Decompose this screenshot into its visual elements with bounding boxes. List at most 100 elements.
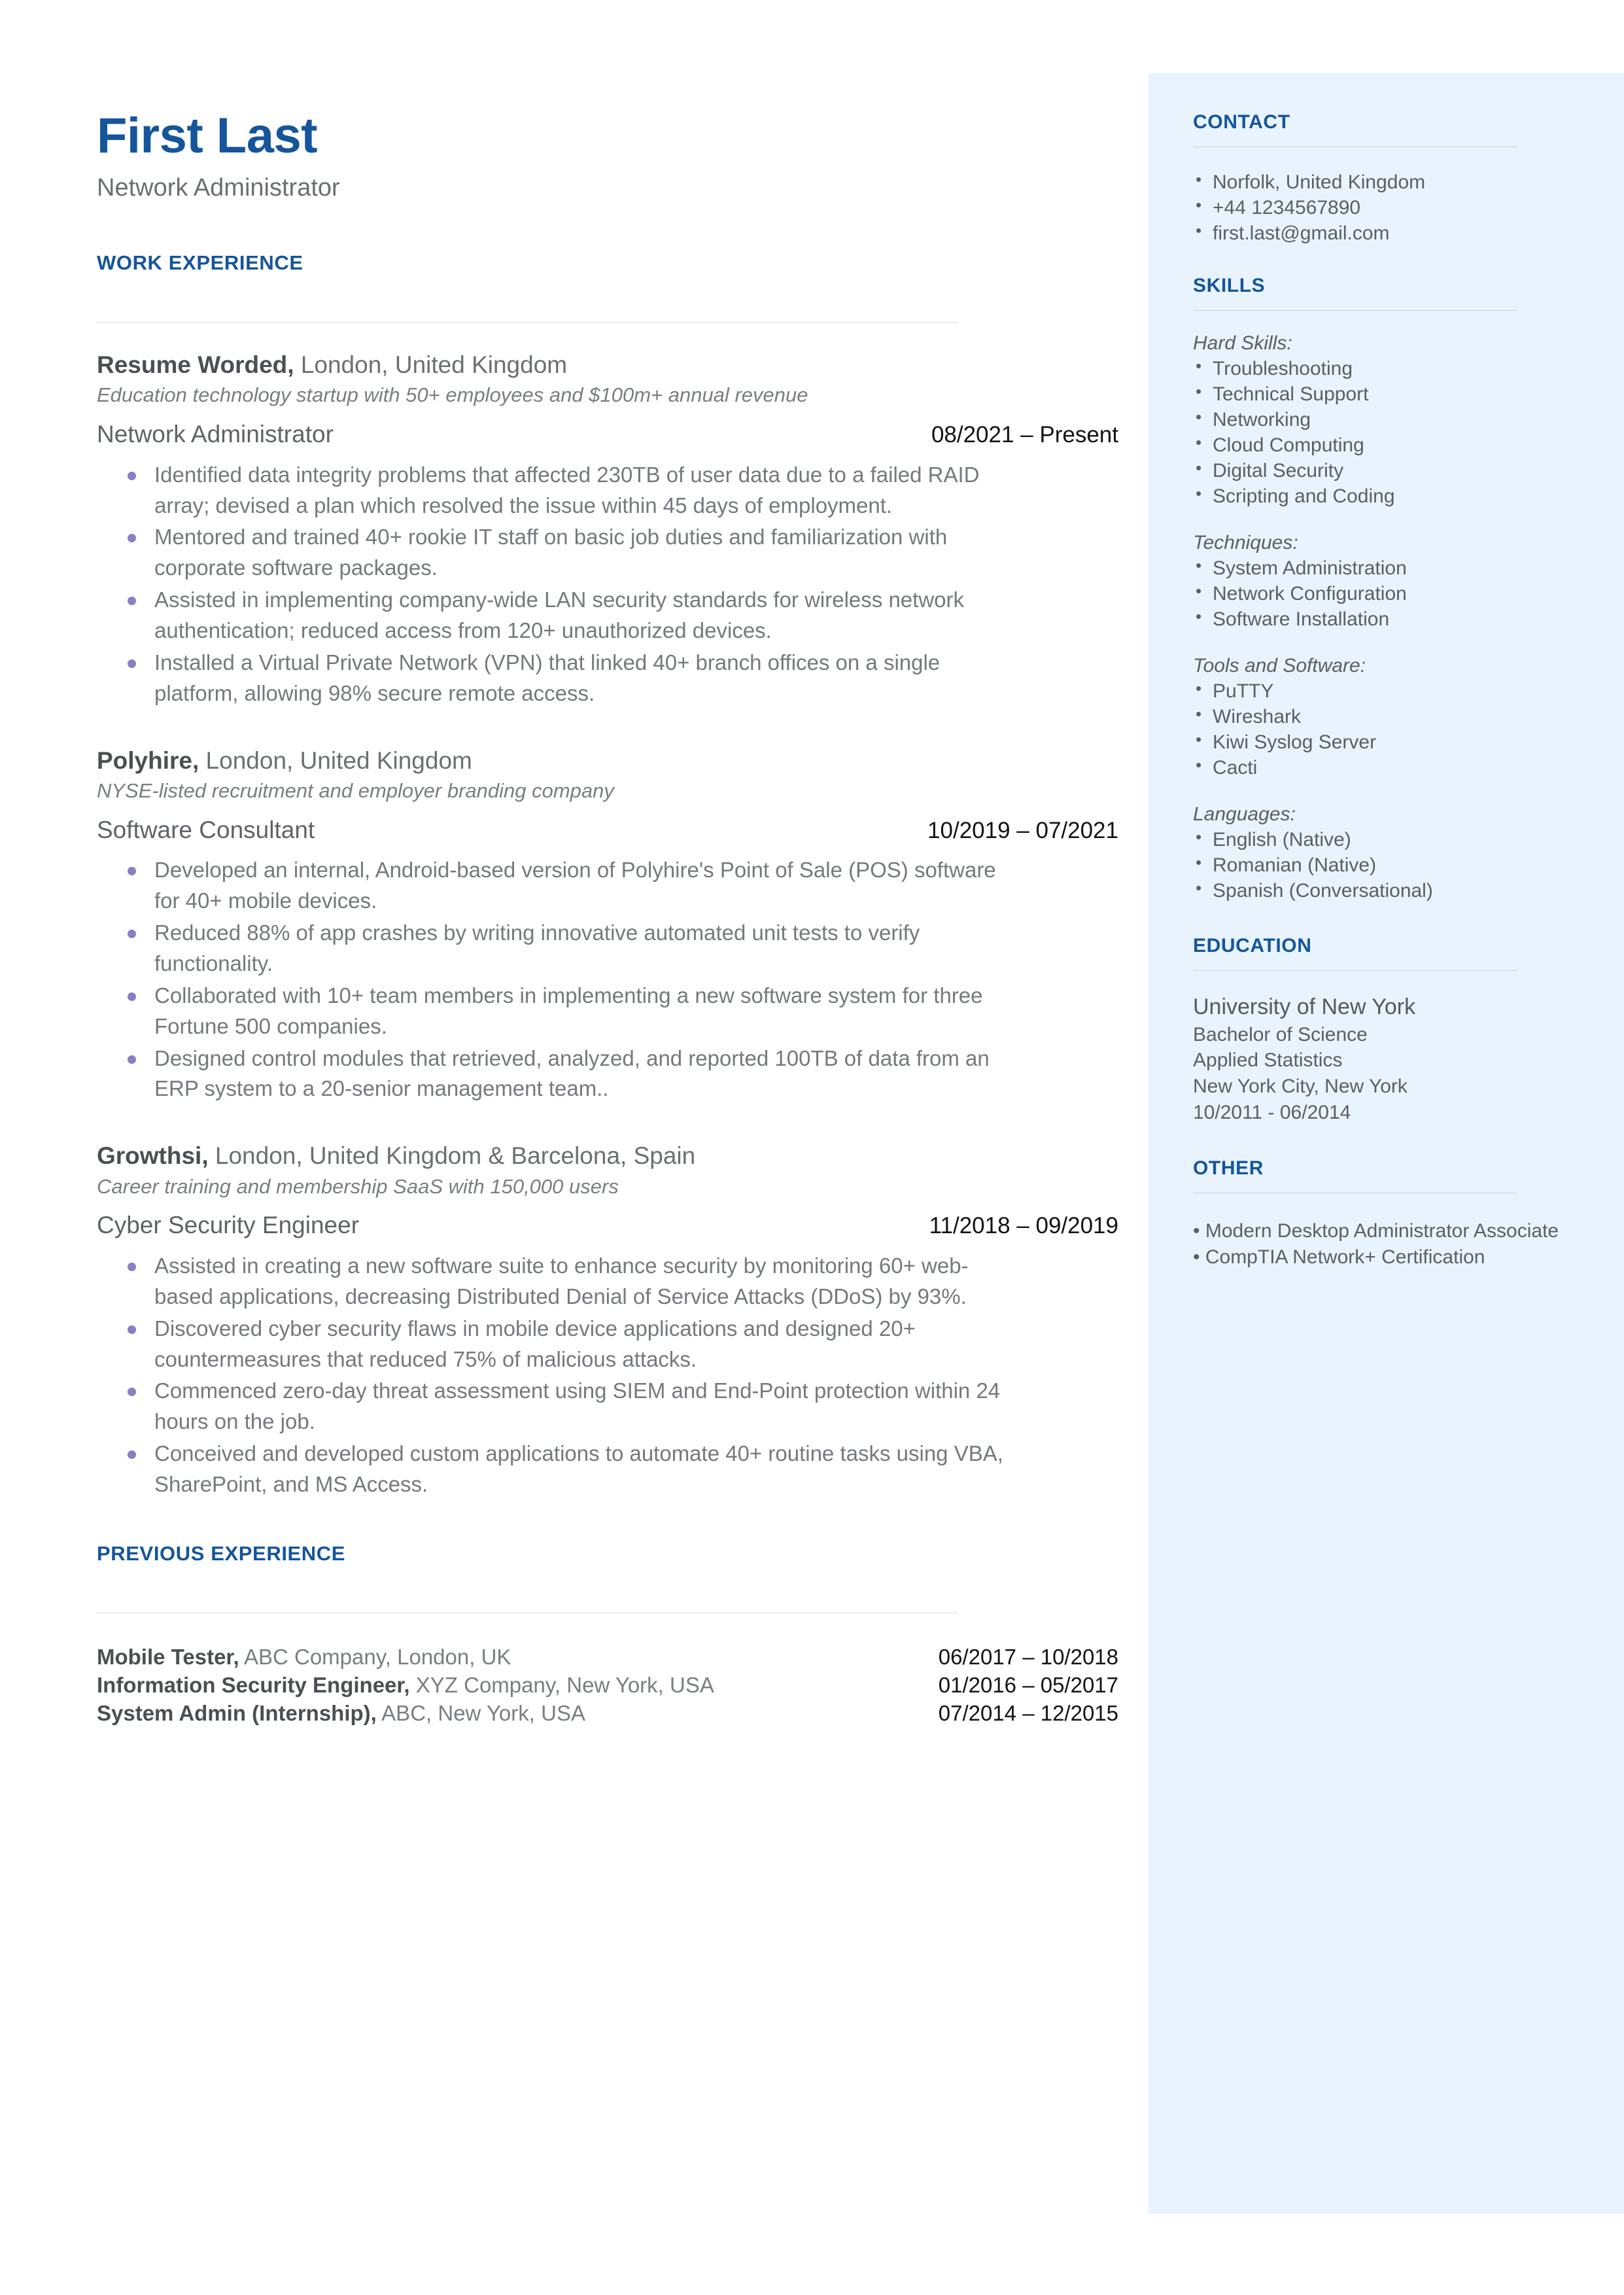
job-title: Cyber Security Engineer — [97, 1212, 360, 1239]
other-heading: OTHER — [1193, 1157, 1264, 1180]
skill-item: Scripting and Coding — [1193, 483, 1583, 509]
skill-item: Software Installation — [1193, 606, 1583, 632]
job-company-location: London, United Kingdom — [199, 746, 472, 774]
previous-experience-dates: 07/2014 – 12/2015 — [938, 1700, 1118, 1725]
skill-item: Troubleshooting — [1193, 355, 1583, 381]
skills-group-label-hard-skills: Hard Skills: — [1193, 332, 1292, 354]
previous-experience-title: System Admin (Internship), — [97, 1700, 377, 1725]
skill-item: Digital Security — [1193, 457, 1583, 483]
skill-item: Spanish (Conversational) — [1193, 877, 1583, 903]
skills-group-label-languages: Languages: — [1193, 803, 1296, 825]
previous-experience-title-detail: Information Security Engineer, XYZ Compa… — [97, 1672, 714, 1700]
job-entry: Growthsi, London, United Kingdom & Barce… — [97, 1142, 1122, 1500]
skill-item: Cloud Computing — [1193, 432, 1583, 458]
skill-item: System Administration — [1193, 555, 1583, 581]
previous-experience-dates: 01/2016 – 05/2017 — [938, 1672, 1118, 1697]
job-bullet: Collaborated with 10+ team members in im… — [97, 981, 1012, 1042]
job-company-name: Resume Worded, — [97, 351, 294, 378]
header-role: Network Administrator — [97, 174, 340, 201]
job-bullet: Discovered cyber security flaws in mobil… — [97, 1314, 1012, 1375]
contact-list: Norfolk, United Kingdom +44 1234567890 f… — [1193, 169, 1583, 246]
job-company-location: London, United Kingdom — [294, 351, 568, 378]
sidebar: CONTACT Norfolk, United Kingdom +44 1234… — [1149, 73, 1624, 2214]
skill-item: Romanian (Native) — [1193, 852, 1583, 878]
job-bullets: Assisted in creating a new software suit… — [97, 1251, 1012, 1500]
job-title-row: Cyber Security Engineer 11/2018 – 09/201… — [97, 1212, 1118, 1239]
job-dates: 08/2021 – Present — [931, 422, 1118, 448]
previous-experience-detail: ABC, New York, USA — [376, 1700, 585, 1725]
skill-item: English (Native) — [1193, 826, 1583, 852]
contact-phone: +44 1234567890 — [1193, 194, 1583, 220]
previous-experience-list: Mobile Tester, ABC Company, London, UK 0… — [97, 1643, 1122, 1728]
job-bullet: Developed an internal, Android-based ver… — [97, 855, 1012, 917]
previous-experience-detail: XYZ Company, New York, USA — [409, 1672, 714, 1697]
contact-email[interactable]: first.last@gmail.com — [1193, 220, 1583, 246]
education-location: New York City, New York — [1193, 1076, 1408, 1098]
skills-group-hard-skills: Troubleshooting Technical Support Networ… — [1193, 355, 1583, 509]
skill-item: Wireshark — [1193, 703, 1583, 729]
job-entry: Polyhire, London, United Kingdom NYSE-li… — [97, 747, 1122, 1105]
job-title-row: Network Administrator 08/2021 – Present — [97, 421, 1118, 448]
skill-item: Kiwi Syslog Server — [1193, 729, 1583, 755]
job-company-location: London, United Kingdom & Barcelona, Spai… — [208, 1142, 696, 1170]
work-experience-heading: WORK EXPERIENCE — [97, 251, 303, 274]
skill-item: Cacti — [1193, 754, 1583, 780]
job-company-description: Career training and membership SaaS with… — [97, 1174, 619, 1198]
job-company-description: Education technology startup with 50+ em… — [97, 383, 808, 407]
job-company: Resume Worded, London, United Kingdom — [97, 351, 1122, 378]
other-list: Modern Desktop Administrator Associate C… — [1193, 1218, 1583, 1270]
job-company: Polyhire, London, United Kingdom — [97, 747, 1122, 774]
skills-heading: SKILLS — [1193, 275, 1266, 296]
page-title: First Last — [97, 108, 318, 164]
job-company-name: Growthsi, — [97, 1142, 209, 1170]
job-title-row: Software Consultant 10/2019 – 07/2021 — [97, 816, 1118, 844]
previous-experience-row: Mobile Tester, ABC Company, London, UK 0… — [97, 1643, 1118, 1672]
job-bullet: Identified data integrity problems that … — [97, 460, 1012, 521]
education-field: Applied Statistics — [1193, 1049, 1343, 1072]
job-bullet: Reduced 88% of app crashes by writing in… — [97, 918, 1012, 979]
previous-experience-heading: PREVIOUS EXPERIENCE — [97, 1541, 346, 1565]
education-school: University of New York — [1193, 994, 1416, 1019]
job-company-description: NYSE-listed recruitment and employer bra… — [97, 779, 614, 803]
skill-item: Technical Support — [1193, 381, 1583, 407]
skills-group-label-tools-and-software: Tools and Software: — [1193, 655, 1366, 676]
skills-group-label-techniques: Techniques: — [1193, 532, 1298, 553]
job-bullets: Developed an internal, Android-based ver… — [97, 855, 1012, 1104]
previous-experience-detail: ABC Company, London, UK — [239, 1644, 511, 1669]
previous-experience-row: System Admin (Internship), ABC, New York… — [97, 1700, 1118, 1728]
previous-experience-title: Information Security Engineer, — [97, 1672, 410, 1697]
job-entry: Resume Worded, London, United Kingdom Ed… — [97, 351, 1122, 709]
job-dates: 11/2018 – 09/2019 — [929, 1213, 1118, 1239]
job-bullets: Identified data integrity problems that … — [97, 460, 1012, 709]
job-company-name: Polyhire, — [97, 746, 199, 774]
job-title: Software Consultant — [97, 816, 315, 843]
contact-location: Norfolk, United Kingdom — [1193, 169, 1583, 195]
main-column: First Last Network Administrator WORK EX… — [97, 0, 1122, 1728]
job-bullet: Mentored and trained 40+ rookie IT staff… — [97, 522, 1012, 584]
job-bullet: Commenced zero-day threat assessment usi… — [97, 1376, 1012, 1437]
previous-experience-dates: 06/2017 – 10/2018 — [938, 1644, 1118, 1669]
contact-heading: CONTACT — [1193, 111, 1290, 133]
skill-item: Network Configuration — [1193, 580, 1583, 606]
job-bullet: Assisted in implementing company-wide LA… — [97, 585, 1012, 646]
previous-experience-title-detail: Mobile Tester, ABC Company, London, UK — [97, 1643, 511, 1672]
education-heading: EDUCATION — [1193, 935, 1312, 956]
skill-item: Networking — [1193, 406, 1583, 432]
job-company: Growthsi, London, United Kingdom & Barce… — [97, 1142, 1122, 1169]
skills-group-tools-and-software: PuTTY Wireshark Kiwi Syslog Server Cacti — [1193, 678, 1583, 780]
previous-experience-row: Information Security Engineer, XYZ Compa… — [97, 1672, 1118, 1700]
skills-group-languages: English (Native) Romanian (Native) Spani… — [1193, 826, 1583, 903]
job-bullet: Assisted in creating a new software suit… — [97, 1251, 1012, 1312]
previous-experience-title: Mobile Tester, — [97, 1644, 239, 1669]
previous-experience-title-detail: System Admin (Internship), ABC, New York… — [97, 1700, 585, 1728]
job-dates: 10/2019 – 07/2021 — [927, 817, 1118, 843]
job-bullet: Installed a Virtual Private Network (VPN… — [97, 648, 1012, 709]
skill-item: PuTTY — [1193, 678, 1583, 704]
job-title: Network Administrator — [97, 421, 334, 448]
resume-page: CONTACT Norfolk, United Kingdom +44 1234… — [0, 0, 1624, 2295]
skills-group-techniques: System Administration Network Configurat… — [1193, 555, 1583, 632]
job-bullet: Conceived and developed custom applicati… — [97, 1439, 1012, 1500]
other-item: Modern Desktop Administrator Associate — [1193, 1218, 1583, 1244]
job-bullet: Designed control modules that retrieved,… — [97, 1043, 1012, 1105]
education-entry: University of New York Bachelor of Scien… — [1193, 993, 1583, 1126]
